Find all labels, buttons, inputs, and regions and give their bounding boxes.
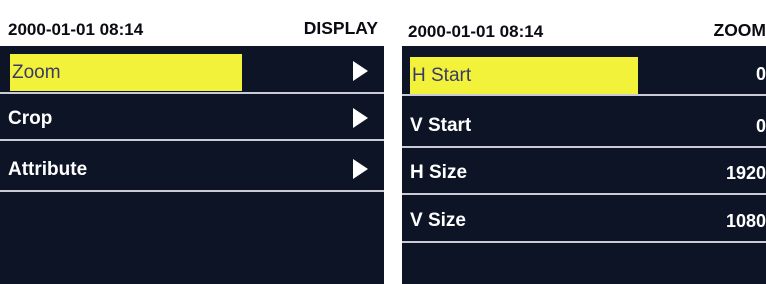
menu-item-value: 0	[755, 116, 766, 136]
menu-title: ZOOM	[713, 20, 766, 40]
menu-item-v-start[interactable]: V Start 0	[402, 104, 766, 148]
submenu-arrow-icon	[353, 61, 368, 81]
menu-item-label: H Size	[410, 162, 468, 183]
submenu-arrow-icon	[353, 159, 368, 179]
menu-item-label: V Start	[410, 115, 472, 136]
row-divider	[402, 193, 766, 195]
clock-readout: 2000-01-01 08:14	[8, 20, 144, 39]
row-divider	[402, 241, 766, 243]
row-divider	[402, 94, 766, 96]
clock-readout: 2000-01-01 08:14	[408, 22, 544, 41]
menu-item-v-size[interactable]: V Size 1080	[402, 199, 766, 243]
menu-item-h-size[interactable]: H Size 1920	[402, 151, 766, 195]
menu-item-label: V Size	[410, 210, 466, 231]
submenu-arrow-icon	[353, 108, 368, 128]
menu-item-label: Attribute	[8, 159, 88, 180]
row-divider	[0, 139, 384, 141]
menu-item-value: 1920	[725, 163, 766, 183]
menu-item-crop[interactable]: Crop	[0, 97, 384, 141]
row-divider	[402, 146, 766, 148]
menu-item-label: Zoom	[10, 54, 242, 91]
menu-item-label: H Start	[410, 57, 638, 94]
menu-item-value: 1080	[725, 211, 766, 231]
menu-header: 2000-01-01 08:14 DISPLAY	[0, 0, 384, 46]
menu-item-h-start[interactable]: H Start 0	[402, 52, 766, 96]
menu-title: DISPLAY	[303, 18, 378, 38]
menu-item-value: 0	[755, 64, 766, 84]
row-divider	[0, 92, 384, 94]
row-divider	[0, 190, 384, 192]
zoom-menu-screen: 2000-01-01 08:14 ZOOM H Start 0 V Start …	[402, 0, 766, 284]
menu-item-label: Crop	[8, 108, 53, 129]
menu-header: 2000-01-01 08:14 ZOOM	[402, 0, 766, 46]
menu-item-attribute[interactable]: Attribute	[0, 148, 384, 192]
menu-item-zoom[interactable]: Zoom	[0, 50, 384, 94]
display-menu-screen: 2000-01-01 08:14 DISPLAY Zoom Crop Attri…	[0, 0, 384, 284]
